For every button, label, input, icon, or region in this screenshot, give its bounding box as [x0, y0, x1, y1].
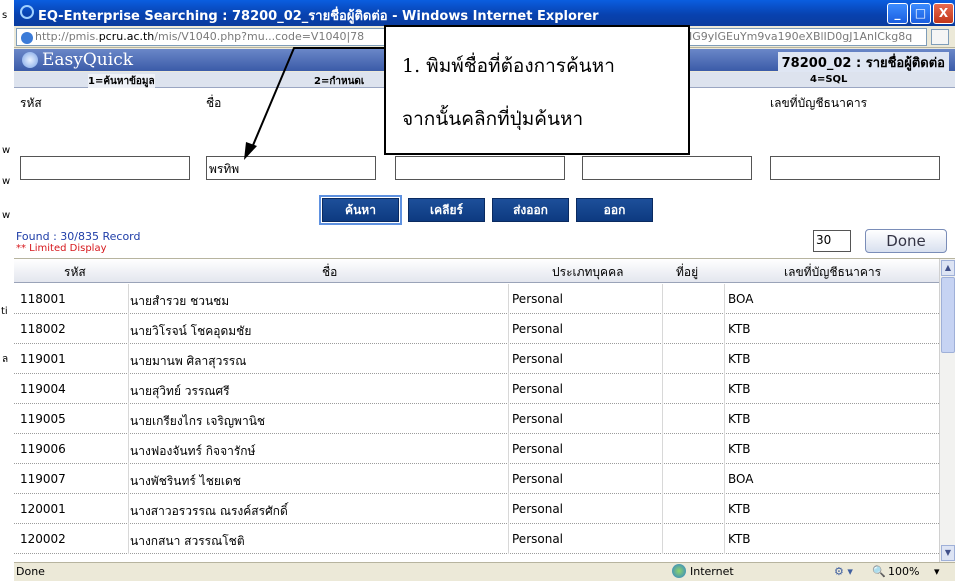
callout-arrow [244, 47, 384, 160]
callout-arrow-line [250, 47, 384, 151]
callout-arrow-head-icon [244, 142, 257, 160]
